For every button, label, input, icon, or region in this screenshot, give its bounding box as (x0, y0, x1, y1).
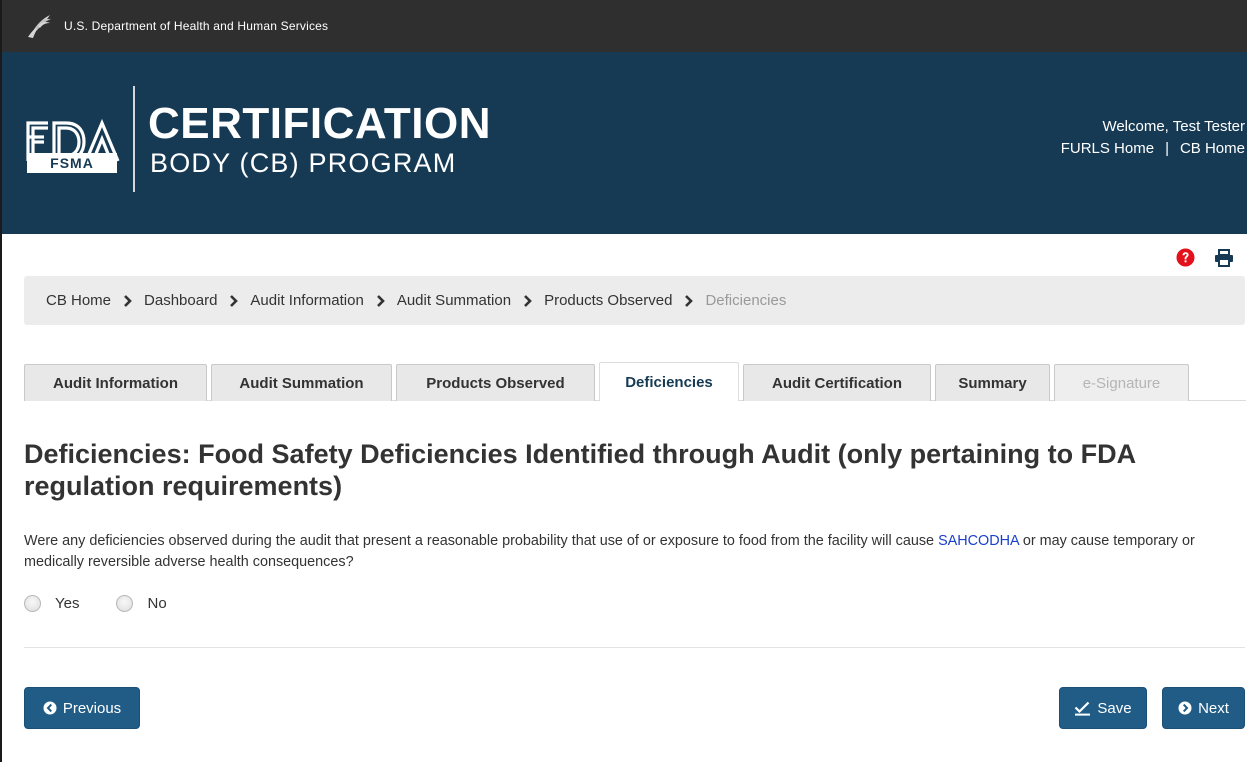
fsma-badge: FSMA (27, 153, 117, 173)
previous-label: Previous (62, 699, 122, 717)
tab-summary[interactable]: Summary (935, 364, 1050, 401)
check-save-icon (1074, 701, 1091, 716)
chevron-circle-right-icon (1178, 701, 1192, 715)
breadcrumb-deficiencies: Deficiencies (705, 292, 787, 309)
chevron-right-icon (230, 294, 239, 307)
hhs-eagle-icon (22, 9, 56, 43)
breadcrumb: CB Home Dashboard Audit Information Audi… (24, 276, 1245, 325)
welcome-text: Welcome, Test Tester (1102, 118, 1245, 135)
answer-radio-group: Yes No (24, 595, 204, 612)
tab-audit-information[interactable]: Audit Information (24, 364, 207, 401)
tab-audit-summation[interactable]: Audit Summation (211, 364, 392, 401)
previous-button[interactable]: Previous (24, 687, 140, 729)
help-icon[interactable] (1176, 248, 1195, 267)
breadcrumb-audit-information[interactable]: Audit Information (250, 292, 363, 309)
program-subtitle: BODY (CB) PROGRAM (150, 148, 457, 178)
page: U.S. Department of Health and Human Serv… (0, 0, 1247, 762)
save-button[interactable]: Save (1059, 687, 1147, 729)
hhs-bar: U.S. Department of Health and Human Serv… (2, 0, 1247, 52)
chevron-right-icon (685, 294, 694, 307)
next-button[interactable]: Next (1162, 687, 1245, 729)
save-label: Save (1097, 699, 1132, 717)
tab-deficiencies[interactable]: Deficiencies (599, 362, 739, 401)
tab-products-observed[interactable]: Products Observed (396, 364, 595, 401)
chevron-circle-left-icon (43, 701, 57, 715)
cb-home-link[interactable]: CB Home (1180, 140, 1245, 157)
yes-label[interactable]: Yes (55, 595, 79, 612)
section-divider (24, 647, 1245, 648)
tab-audit-certification[interactable]: Audit Certification (743, 364, 931, 401)
chevron-right-icon (124, 294, 132, 307)
agency-name: U.S. Department of Health and Human Serv… (64, 19, 329, 33)
program-banner: FSMA CERTIFICATION BODY (CB) PROGRAM Wel… (2, 52, 1247, 234)
tab-e-signature: e-Signature (1054, 364, 1189, 401)
page-heading: Deficiencies: Food Safety Deficiencies I… (24, 439, 1136, 501)
program-title: CERTIFICATION (148, 99, 491, 148)
no-label[interactable]: No (147, 595, 166, 612)
yes-radio[interactable] (24, 595, 41, 612)
breadcrumb-cb-home[interactable]: CB Home (46, 292, 111, 309)
question-text-start: Were any deficiencies observed during th… (24, 533, 939, 549)
link-separator: | (1165, 140, 1169, 157)
step-tabs: Audit Information Audit Summation Produc… (24, 362, 1246, 401)
deficiency-question: Were any deficiencies observed during th… (24, 531, 1245, 573)
chevron-right-icon (524, 294, 532, 307)
banner-divider (133, 86, 135, 192)
user-links: FURLS Home | CB Home (1061, 140, 1245, 157)
furls-home-link[interactable]: FURLS Home (1061, 140, 1154, 157)
breadcrumb-audit-summation[interactable]: Audit Summation (397, 292, 511, 309)
sahcodha-link[interactable]: SAHCODHA (938, 533, 1019, 549)
breadcrumb-products-observed[interactable]: Products Observed (544, 292, 672, 309)
chevron-right-icon (376, 294, 385, 307)
print-icon[interactable] (1214, 249, 1234, 267)
breadcrumb-dashboard[interactable]: Dashboard (144, 292, 217, 309)
no-radio[interactable] (116, 595, 134, 612)
next-label: Next (1198, 699, 1229, 717)
